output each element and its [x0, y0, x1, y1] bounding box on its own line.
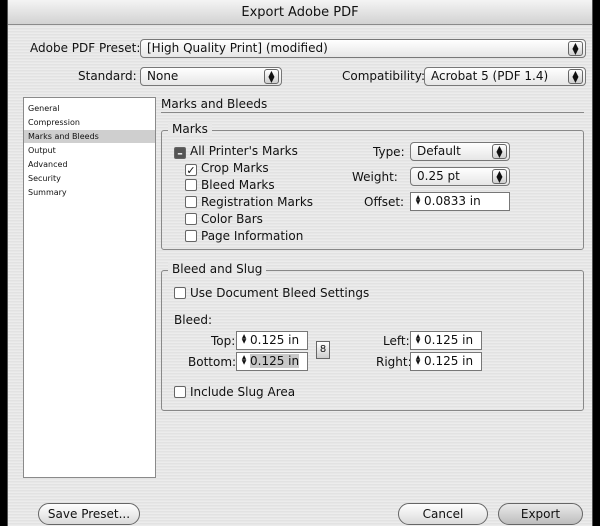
weight-label: Weight: — [352, 170, 398, 184]
compatibility-value: Acrobat 5 (PDF 1.4) — [431, 69, 549, 83]
weight-select[interactable]: 0.25 pt ▲ ▼ — [410, 167, 510, 186]
type-label: Type: — [373, 145, 405, 159]
type-select[interactable]: Default ▲ ▼ — [410, 142, 510, 161]
select-arrows-icon: ▲ ▼ — [264, 69, 279, 84]
bleed-marks-label: Bleed Marks — [201, 178, 275, 192]
bleed-left-value: 0.125 in — [424, 333, 474, 347]
crop-marks-checkbox[interactable]: ✓ Crop Marks — [185, 160, 269, 176]
select-arrows-icon: ▲ ▼ — [568, 69, 583, 84]
left-label: Left: — [383, 334, 410, 348]
checkbox-empty-icon — [185, 213, 197, 225]
standard-select[interactable]: None ▲ ▼ — [140, 67, 282, 86]
mixed-state-icon: – — [174, 147, 186, 159]
color-bars-label: Color Bars — [201, 212, 263, 226]
color-bars-checkbox[interactable]: Color Bars — [185, 211, 263, 227]
sidebar-item-marks-and-bleeds[interactable]: Marks and Bleeds — [24, 130, 155, 143]
standard-value: None — [147, 69, 179, 83]
right-label: Right: — [376, 355, 412, 369]
stepper-icon[interactable]: ▲ ▼ — [414, 195, 422, 206]
sidebar-item-advanced[interactable]: Advanced — [24, 158, 155, 171]
dialog-title: Export Adobe PDF — [8, 0, 592, 25]
checkbox-empty-icon — [174, 386, 186, 398]
cancel-button[interactable]: Cancel — [398, 503, 488, 525]
page-information-label: Page Information — [201, 229, 304, 243]
bleed-bottom-input[interactable]: ▲ ▼ 0.125 in — [236, 352, 308, 371]
bleed-top-input[interactable]: ▲ ▼ 0.125 in — [236, 331, 308, 350]
sidebar-item-summary[interactable]: Summary — [24, 186, 155, 199]
bottom-label: Bottom: — [188, 355, 237, 369]
panel-title-divider — [161, 112, 584, 113]
registration-marks-label: Registration Marks — [201, 195, 314, 209]
preset-value: [High Quality Print] (modified) — [147, 41, 328, 55]
stepper-icon[interactable]: ▲ ▼ — [240, 355, 248, 366]
export-pdf-dialog: Export Adobe PDF Adobe PDF Preset: [High… — [7, 0, 593, 526]
registration-marks-checkbox[interactable]: Registration Marks — [185, 194, 313, 210]
sidebar-item-security[interactable]: Security — [24, 172, 155, 185]
checkbox-empty-icon — [185, 179, 197, 191]
bleed-bottom-value: 0.125 in — [250, 354, 300, 368]
export-button[interactable]: Export — [498, 503, 583, 525]
include-slug-checkbox[interactable]: Include Slug Area — [174, 384, 295, 400]
bleed-slug-group-title: Bleed and Slug — [168, 262, 267, 276]
compatibility-label: Compatibility: — [342, 69, 426, 83]
page-information-checkbox[interactable]: Page Information — [185, 228, 303, 244]
stepper-icon[interactable]: ▲ ▼ — [240, 334, 248, 345]
stepper-icon[interactable]: ▲ ▼ — [414, 355, 422, 366]
marks-group-title: Marks — [168, 122, 212, 136]
checkbox-empty-icon — [185, 230, 197, 242]
use-document-bleed-label: Use Document Bleed Settings — [190, 286, 370, 300]
checkbox-empty-icon — [174, 287, 186, 299]
offset-input[interactable]: ▲ ▼ 0.0833 in — [410, 192, 510, 211]
compatibility-select[interactable]: Acrobat 5 (PDF 1.4) ▲ ▼ — [424, 67, 586, 86]
stepper-icon[interactable]: ▲ ▼ — [414, 334, 422, 345]
top-label: Top: — [211, 334, 236, 348]
all-printers-marks-checkbox[interactable]: – All Printer's Marks — [174, 143, 298, 159]
select-arrows-icon: ▲ ▼ — [568, 41, 583, 56]
all-printers-marks-label: All Printer's Marks — [190, 144, 298, 158]
preset-label: Adobe PDF Preset: — [30, 41, 141, 55]
bleed-marks-checkbox[interactable]: Bleed Marks — [185, 177, 275, 193]
weight-value: 0.25 pt — [417, 169, 460, 183]
bleed-label: Bleed: — [174, 313, 212, 327]
bleed-left-input[interactable]: ▲ ▼ 0.125 in — [410, 331, 482, 350]
link-chain-icon[interactable]: 8 — [316, 341, 330, 359]
checkbox-empty-icon — [185, 196, 197, 208]
checkmark-icon: ✓ — [185, 164, 197, 177]
use-document-bleed-checkbox[interactable]: Use Document Bleed Settings — [174, 285, 369, 301]
category-list: General Compression Marks and Bleeds Out… — [23, 97, 156, 478]
select-arrows-icon: ▲ ▼ — [492, 169, 507, 184]
sidebar-item-general[interactable]: General — [24, 102, 155, 115]
offset-label: Offset: — [364, 195, 405, 209]
bleed-right-value: 0.125 in — [424, 354, 474, 368]
save-preset-button[interactable]: Save Preset... — [38, 503, 140, 525]
sidebar-item-output[interactable]: Output — [24, 144, 155, 157]
crop-marks-label: Crop Marks — [201, 161, 269, 175]
bleed-top-value: 0.125 in — [250, 333, 300, 347]
preset-select[interactable]: [High Quality Print] (modified) ▲ ▼ — [140, 39, 586, 58]
panel-title: Marks and Bleeds — [161, 97, 268, 111]
bleed-right-input[interactable]: ▲ ▼ 0.125 in — [410, 352, 482, 371]
select-arrows-icon: ▲ ▼ — [492, 144, 507, 159]
type-value: Default — [417, 144, 461, 158]
sidebar-item-compression[interactable]: Compression — [24, 116, 155, 129]
offset-value: 0.0833 in — [424, 194, 481, 208]
standard-label: Standard: — [78, 69, 137, 83]
include-slug-label: Include Slug Area — [190, 385, 296, 399]
